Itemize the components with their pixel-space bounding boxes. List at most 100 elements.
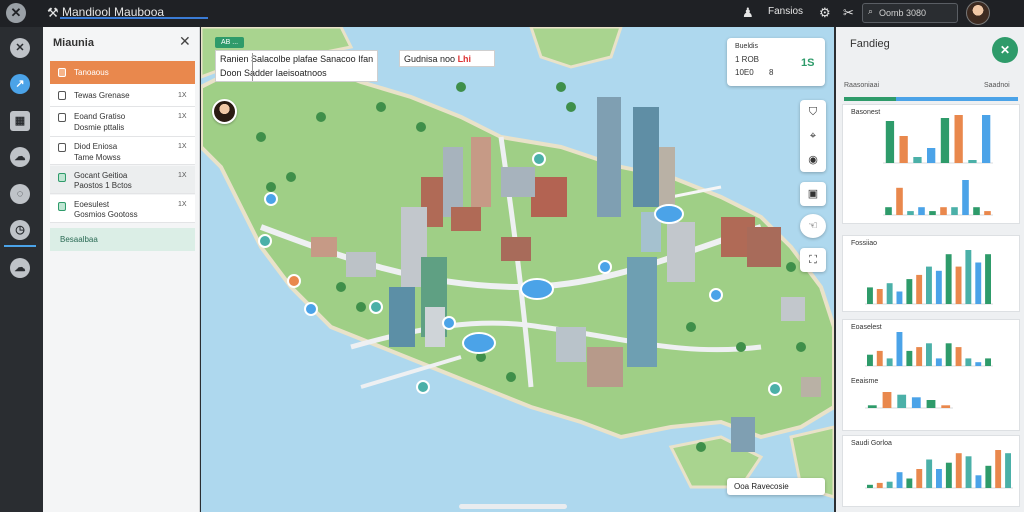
- route-icon[interactable]: ↗: [10, 74, 30, 94]
- document-icon: [58, 143, 66, 152]
- stats-value: 10E0: [735, 68, 754, 77]
- building: [801, 377, 821, 397]
- panel-item-sub: Paostos 1 Bctos: [74, 181, 132, 190]
- app-logo-icon[interactable]: ✕: [6, 3, 26, 23]
- settings-icon[interactable]: ⚙: [819, 5, 831, 21]
- chart-bar: [995, 450, 1002, 488]
- tree: [256, 132, 266, 142]
- map-canvas[interactable]: [201, 27, 834, 512]
- land-mass: [529, 27, 623, 69]
- chart-bar: [985, 465, 992, 488]
- map-info-card[interactable]: Ranien Salacolbe plafae Sanacoo Ifan Doo…: [215, 50, 378, 82]
- chart-bar: [906, 478, 913, 488]
- map-pin: [598, 260, 612, 274]
- building: [531, 177, 567, 217]
- panel-item-badge: 1X: [178, 113, 187, 120]
- panel-item-5[interactable]: Eoesulest Gosmios Gootoss 1X: [50, 195, 195, 223]
- panel-item-badge: 1X: [178, 143, 187, 150]
- tools-icon[interactable]: ✂: [843, 5, 854, 21]
- top-bar: ✕ ⚒ Mandiool Maubooa ♟ Fansios ⚙ ✂ Oomb …: [0, 0, 1024, 27]
- stats-value: 1 ROB: [735, 55, 760, 64]
- map-scrollbar[interactable]: [459, 504, 567, 509]
- map-control-group: ☜: [800, 214, 826, 238]
- chart-bar: [936, 469, 942, 488]
- chart-bar: [940, 207, 947, 215]
- stats-big-value: 1S: [801, 57, 815, 69]
- right-panel-subtitle-right: Saadnoi: [984, 82, 1010, 89]
- chart-bar: [885, 207, 892, 215]
- panel-close-icon[interactable]: ✕: [179, 33, 191, 50]
- close-icon[interactable]: ✕: [10, 38, 30, 58]
- chat-icon[interactable]: ◌: [10, 184, 30, 204]
- stats-title: Bueldis: [735, 43, 758, 50]
- panel-item-label: Eoesulest: [74, 200, 110, 209]
- top-bar-label[interactable]: Fansios: [768, 6, 803, 17]
- layers-icon[interactable]: ▣: [800, 182, 826, 206]
- panel-footer-button[interactable]: Besaalbaa: [50, 228, 195, 251]
- chart-bar: [896, 472, 903, 488]
- cloud-icon[interactable]: ☁: [10, 258, 30, 278]
- chart-bar: [867, 484, 873, 488]
- panel-item-3[interactable]: Diod Eniosa Tame Mowss 1X: [50, 137, 195, 165]
- chart-bar: [926, 459, 933, 488]
- chart-bar: [962, 180, 969, 215]
- tree: [696, 442, 706, 452]
- chart-bar: [896, 291, 903, 304]
- panel-item-sub: Dosmie pttalis: [74, 123, 125, 132]
- chart-bar: [984, 211, 991, 215]
- map-view[interactable]: AB ... Ranien Salacolbe plafae Sanacoo I…: [201, 27, 834, 512]
- building: [633, 107, 659, 207]
- fullscreen-icon[interactable]: ⛶: [800, 248, 826, 272]
- layers-icon[interactable]: ☁: [10, 147, 30, 167]
- chart-bar: [955, 266, 962, 304]
- avatar[interactable]: [966, 1, 990, 25]
- search-icon: ⌕: [868, 6, 874, 16]
- building: [501, 237, 531, 261]
- chart-bar: [867, 405, 877, 408]
- panel-item-sub: Gosmios Gootoss: [74, 210, 138, 219]
- panel-item-label: Tewas Grenase: [74, 91, 130, 100]
- panel-item-1[interactable]: Tewas Grenase 1X: [50, 84, 195, 107]
- action-fab-icon[interactable]: ✕: [992, 37, 1018, 63]
- chart-bar: [941, 405, 951, 408]
- building: [425, 307, 445, 347]
- right-panel-stripe: [844, 97, 1018, 101]
- map-user-avatar[interactable]: [212, 99, 237, 124]
- compass-icon[interactable]: ⌖: [800, 124, 826, 148]
- clock-icon[interactable]: ◷: [10, 220, 30, 240]
- panel-item-label: Eoand Gratiso: [74, 112, 126, 121]
- panel-item-4[interactable]: Gocant Geitioa Paostos 1 Bctos 1X: [50, 166, 195, 194]
- location-icon[interactable]: ◉: [800, 148, 826, 172]
- bar-chart: [865, 450, 1013, 489]
- search-input[interactable]: Oomb 3080: [862, 3, 958, 23]
- chart-bar: [897, 394, 907, 408]
- map-top-tag[interactable]: AB ...: [215, 37, 245, 48]
- tree: [356, 302, 366, 312]
- map-pin: [709, 288, 723, 302]
- panel-item-badge: 1X: [178, 172, 187, 179]
- grid-icon[interactable]: ▦: [10, 111, 30, 131]
- map-control-group: ▣: [800, 182, 826, 206]
- app-menu-icon[interactable]: ⚒: [47, 5, 59, 21]
- map-control-group: ⛶: [800, 248, 826, 272]
- chart-bar: [876, 482, 883, 488]
- panel-item-2[interactable]: Eoand Gratiso Dosmie pttalis 1X: [50, 107, 195, 137]
- user-icon[interactable]: ♟: [742, 5, 754, 21]
- chart-bar: [906, 279, 913, 304]
- map-footer-chip[interactable]: Ooa Ravecosie: [727, 478, 825, 495]
- chart-card: Saudi Gorloa: [842, 435, 1020, 507]
- map-pin: [442, 316, 456, 330]
- tree: [686, 322, 696, 332]
- info-card2-text: Gudnisa noo: [404, 54, 456, 64]
- map-info-card-secondary[interactable]: Gudnisa noo Lhi: [399, 50, 495, 67]
- gesture-icon[interactable]: ☜: [800, 214, 826, 238]
- building: [346, 252, 376, 277]
- building: [747, 227, 781, 267]
- chart-bar: [926, 266, 932, 304]
- shield-icon[interactable]: ⛉: [800, 100, 826, 124]
- building: [667, 222, 695, 282]
- map-pin: [768, 382, 782, 396]
- panel-item-0[interactable]: Tanoaous: [50, 61, 195, 84]
- map-pin: [258, 234, 272, 248]
- building: [627, 257, 657, 367]
